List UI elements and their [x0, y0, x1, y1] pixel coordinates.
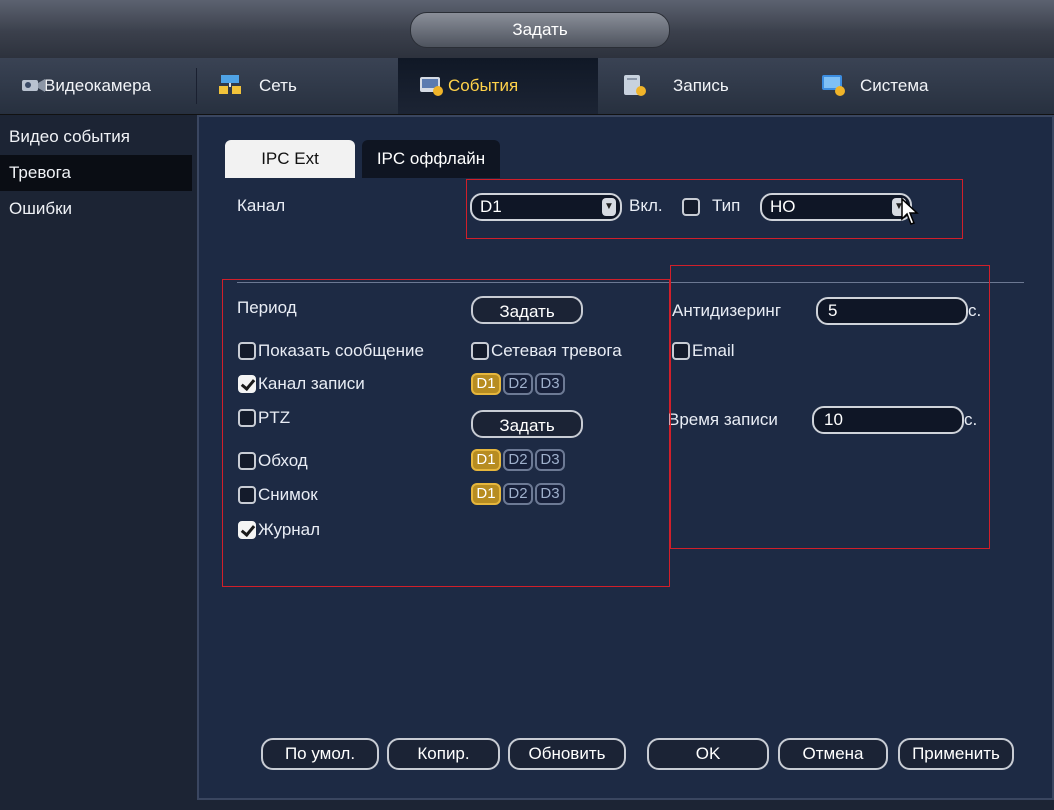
- subtab-ipc-ext[interactable]: IPC Ext: [225, 140, 355, 178]
- tab-label: Система: [860, 76, 929, 95]
- app-window: Задать Видеокамера Сеть События Запись С…: [0, 0, 1054, 810]
- highlight-box-channel: [466, 179, 963, 239]
- tab-label: Запись: [673, 76, 729, 95]
- record-icon: [624, 75, 646, 96]
- tab-label: Сеть: [259, 76, 297, 95]
- refresh-button[interactable]: Обновить: [508, 738, 626, 770]
- tab-network[interactable]: Сеть: [197, 58, 397, 114]
- tab-label: События: [448, 76, 519, 95]
- system-icon: [822, 75, 845, 96]
- main-tabs: Видеокамера Сеть События Запись Система: [0, 58, 1054, 115]
- tab-system[interactable]: Система: [800, 58, 1000, 114]
- network-icon: [219, 75, 241, 94]
- highlight-box-actions: [222, 279, 670, 587]
- apply-button[interactable]: Применить: [898, 738, 1014, 770]
- tab-events[interactable]: События: [398, 58, 598, 114]
- ok-button[interactable]: OK: [647, 738, 769, 770]
- sidebar-item-alarm[interactable]: Тревога: [0, 155, 192, 191]
- camera-icon: [22, 79, 45, 92]
- channel-label: Канал: [237, 196, 286, 215]
- tab-record[interactable]: Запись: [599, 58, 799, 114]
- sidebar-item-video-events[interactable]: Видео события: [0, 119, 192, 155]
- events-icon: [420, 77, 443, 96]
- tab-label: Видеокамера: [44, 76, 151, 95]
- cancel-button[interactable]: Отмена: [778, 738, 888, 770]
- highlight-box-timing: [670, 265, 990, 549]
- subtab-ipc-offline[interactable]: IPC оффлайн: [362, 140, 500, 178]
- tab-camera[interactable]: Видеокамера: [0, 58, 196, 114]
- window-title: Задать: [410, 12, 670, 48]
- default-button[interactable]: По умол.: [261, 738, 379, 770]
- sidebar: Видео события Тревога Ошибки: [0, 115, 195, 810]
- sidebar-item-errors[interactable]: Ошибки: [0, 191, 192, 227]
- copy-button[interactable]: Копир.: [387, 738, 500, 770]
